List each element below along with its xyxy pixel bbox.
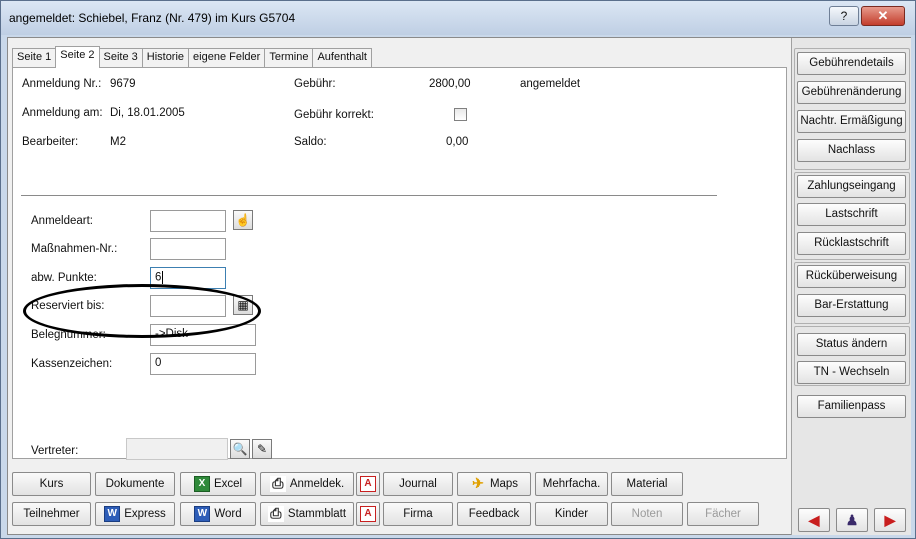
- nachlass-button[interactable]: Nachlass: [797, 139, 906, 162]
- familienpass-button[interactable]: Familienpass: [797, 395, 906, 418]
- stammblatt-button[interactable]: ⎙ Stammblatt: [260, 502, 354, 526]
- gebuehr-korrekt-checkbox[interactable]: [454, 108, 467, 121]
- next-arrow-icon[interactable]: ▶: [874, 508, 906, 532]
- stammblatt-pdf-button[interactable]: A: [356, 502, 380, 526]
- ruecklastschrift-button[interactable]: Rücklastschrift: [797, 232, 906, 255]
- kassenzeichen-label: Kassenzeichen:: [31, 358, 113, 370]
- anmeldeart-lookup-icon[interactable]: ☝: [233, 210, 253, 230]
- separator-line: [21, 195, 717, 196]
- saldo-label: Saldo:: [294, 136, 327, 148]
- tn-wechseln-button[interactable]: TN - Wechseln: [797, 361, 906, 384]
- kassenzeichen-field[interactable]: 0: [150, 353, 256, 375]
- vertreter-label: Vertreter:: [31, 445, 79, 457]
- belegnummer-field[interactable]: ->Disk: [150, 324, 256, 346]
- tab-seite-2[interactable]: Seite 2: [55, 46, 100, 68]
- close-button[interactable]: ✕: [861, 6, 905, 26]
- feedback-button[interactable]: Feedback: [457, 502, 531, 526]
- status-aendern-button[interactable]: Status ändern: [797, 333, 906, 356]
- word-icon: W: [104, 506, 121, 522]
- pdf-icon: A: [360, 506, 376, 522]
- anmeldeart-label: Anmeldeart:: [31, 215, 94, 227]
- faecher-button[interactable]: Fächer: [687, 502, 759, 526]
- abw-punkte-label: abw. Punkte:: [31, 272, 97, 284]
- reserviert-label: Reserviert bis:: [31, 300, 105, 312]
- map-icon: ✈: [472, 475, 484, 491]
- dialog-client-area: Seite 1 Seite 2 Seite 3 Historie eigene …: [7, 37, 911, 535]
- lastschrift-button[interactable]: Lastschrift: [797, 203, 906, 226]
- rueckueberweisung-button[interactable]: Rücküberweisung: [797, 265, 906, 288]
- printer-icon: ⎙: [267, 506, 284, 522]
- edit-icon[interactable]: ✎: [252, 439, 272, 459]
- saldo-value: 0,00: [446, 136, 469, 148]
- teilnehmer-button[interactable]: Teilnehmer: [12, 502, 91, 526]
- excel-button[interactable]: X Excel: [180, 472, 256, 496]
- nachtr-ermaessigung-button[interactable]: Nachtr. Ermäßigung: [797, 110, 906, 133]
- app-window: angemeldet: Schiebel, Franz (Nr. 479) im…: [0, 0, 916, 539]
- gebuehrendetails-button[interactable]: Gebührendetails: [797, 52, 906, 75]
- anmeldeart-field[interactable]: [150, 210, 226, 232]
- excel-button-label: Excel: [213, 478, 243, 490]
- mehrfacha-button[interactable]: Mehrfacha.: [535, 472, 608, 496]
- word-button[interactable]: W Word: [180, 502, 256, 526]
- abw-punkte-field[interactable]: 6: [150, 267, 226, 289]
- window-title: angemeldet: Schiebel, Franz (Nr. 479) im…: [9, 11, 296, 25]
- massnahmen-label: Maßnahmen-Nr.:: [31, 243, 118, 255]
- bearbeiter-label: Bearbeiter:: [22, 136, 79, 148]
- anmeldung-nr-value: 9679: [110, 78, 136, 90]
- anmeldek-pdf-button[interactable]: A: [356, 472, 380, 496]
- express-button-label: Express: [124, 508, 166, 520]
- stammblatt-button-label: Stammblatt: [287, 508, 347, 520]
- pdf-icon: A: [360, 476, 376, 492]
- word-button-label: Word: [214, 508, 242, 520]
- search-icon[interactable]: 🔍: [230, 439, 250, 459]
- status-text: angemeldet: [520, 78, 581, 90]
- tab-seite-1[interactable]: Seite 1: [12, 48, 57, 67]
- kurs-button[interactable]: Kurs: [12, 472, 91, 496]
- noten-button[interactable]: Noten: [611, 502, 683, 526]
- tab-seite-3[interactable]: Seite 3: [98, 48, 143, 67]
- tab-historie[interactable]: Historie: [141, 48, 190, 67]
- reserviert-field[interactable]: [150, 295, 226, 317]
- bearbeiter-value: M2: [110, 136, 126, 148]
- tab-panel: Anmeldung Nr.: 9679 Anmeldung am: Di, 18…: [12, 67, 787, 460]
- title-bar: angemeldet: Schiebel, Franz (Nr. 479) im…: [1, 1, 915, 35]
- maps-button-label: Maps: [489, 478, 519, 490]
- massnahmen-field[interactable]: [150, 238, 226, 260]
- belegnummer-label: Belegnummer:: [31, 329, 106, 341]
- anmeldung-am-value: Di, 18.01.2005: [110, 107, 185, 119]
- dokumente-button[interactable]: Dokumente: [95, 472, 175, 496]
- printer-icon: ⎙: [269, 476, 286, 492]
- vertreter-field[interactable]: [126, 438, 228, 460]
- anmeldung-am-label: Anmeldung am:: [22, 107, 103, 119]
- zahlungseingang-button[interactable]: Zahlungseingang: [797, 175, 906, 198]
- gebuehr-value: 2800,00: [429, 78, 471, 90]
- prev-arrow-icon[interactable]: ◀: [798, 508, 830, 532]
- journal-button[interactable]: Journal: [383, 472, 453, 496]
- gebuehrenaenderung-button[interactable]: Gebührenänderung: [797, 81, 906, 104]
- gebuehr-korrekt-label: Gebühr korrekt:: [294, 109, 374, 121]
- help-button[interactable]: ?: [829, 6, 859, 26]
- anmeldek-button[interactable]: ⎙ Anmeldek.: [260, 472, 354, 496]
- bar-erstattung-button[interactable]: Bar-Erstattung: [797, 294, 906, 317]
- gebuehr-label: Gebühr:: [294, 78, 336, 90]
- tab-termine[interactable]: Termine: [264, 48, 314, 67]
- tab-aufenthalt[interactable]: Aufenthalt: [312, 48, 372, 67]
- material-button[interactable]: Material: [611, 472, 683, 496]
- person-icon[interactable]: ♟: [836, 508, 868, 532]
- maps-button[interactable]: ✈ Maps: [457, 472, 531, 496]
- anmeldek-button-label: Anmeldek.: [289, 478, 345, 490]
- anmeldung-nr-label: Anmeldung Nr.:: [22, 78, 102, 90]
- firma-button[interactable]: Firma: [383, 502, 453, 526]
- abw-punkte-value: 6: [155, 271, 162, 284]
- word-icon: W: [194, 506, 211, 522]
- express-button[interactable]: W Express: [95, 502, 175, 526]
- text-cursor: [162, 271, 164, 284]
- tab-eigene-felder[interactable]: eigene Felder: [188, 48, 266, 67]
- kinder-button[interactable]: Kinder: [535, 502, 608, 526]
- calendar-icon[interactable]: ▦: [233, 295, 253, 315]
- side-panel: Gebührendetails Gebührenänderung Nachtr.…: [791, 38, 911, 535]
- tab-strip: Seite 1 Seite 2 Seite 3 Historie eigene …: [12, 46, 372, 68]
- excel-icon: X: [193, 476, 210, 492]
